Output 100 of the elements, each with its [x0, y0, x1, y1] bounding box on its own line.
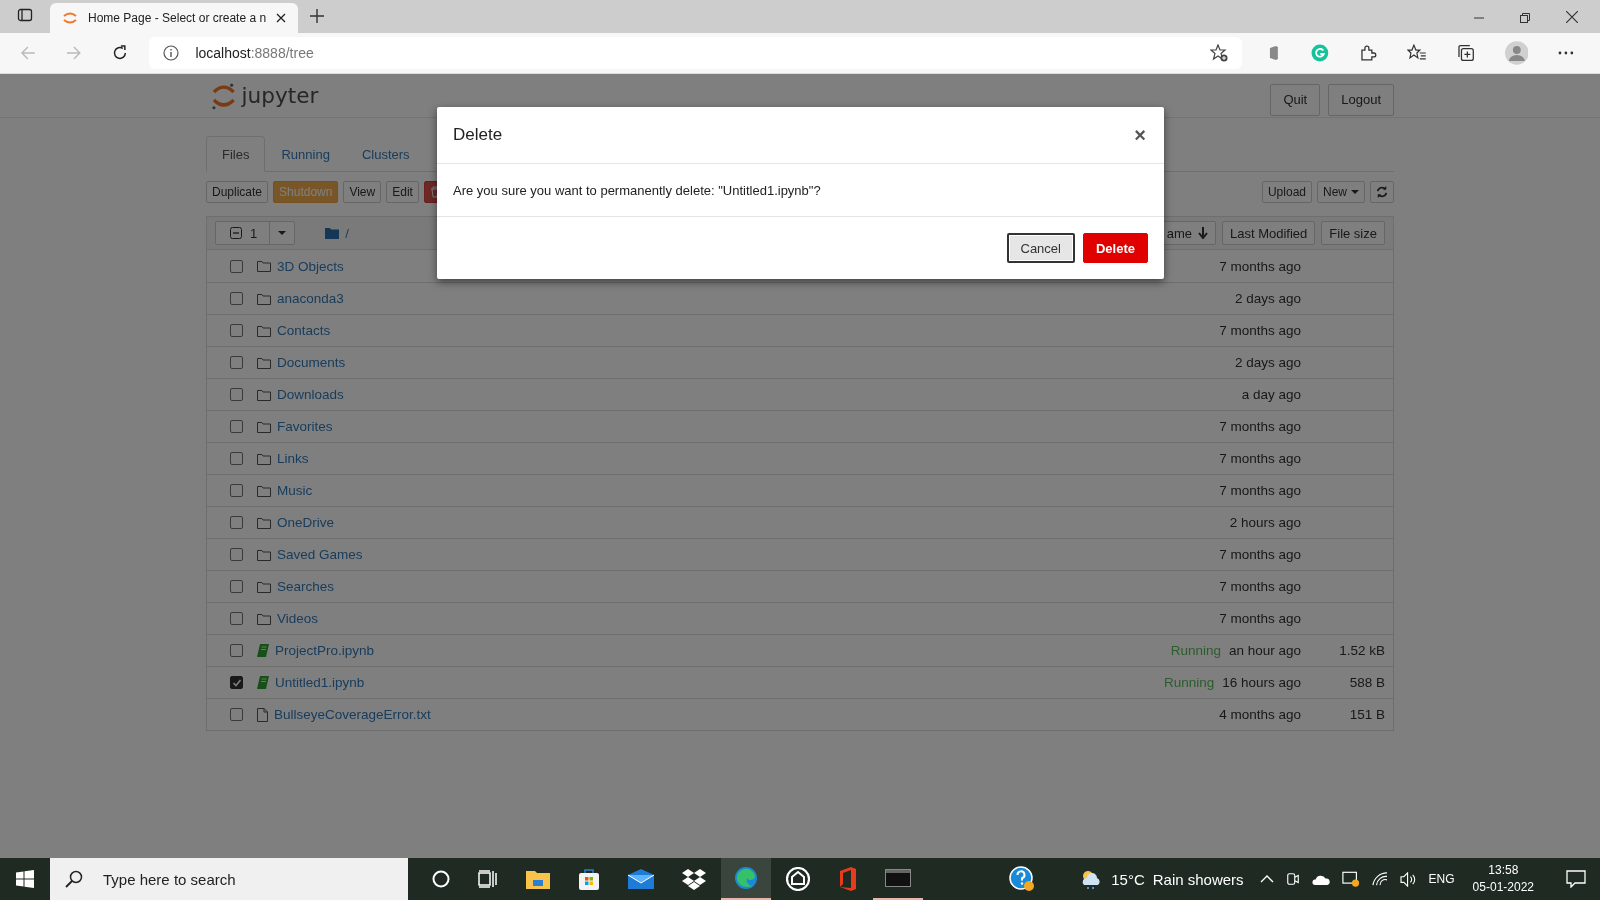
folder-icon[interactable]: [526, 869, 550, 889]
item-link[interactable]: Videos: [277, 611, 319, 626]
store-icon[interactable]: [578, 868, 600, 890]
monitor-alert-icon[interactable]: [1341, 870, 1360, 888]
confirm-delete-button[interactable]: Delete: [1082, 233, 1148, 263]
nav-tab[interactable]: Running: [265, 136, 346, 172]
row-checkbox[interactable]: [230, 516, 243, 529]
item-link[interactable]: Favorites: [277, 419, 333, 434]
office-icon[interactable]: [838, 867, 858, 891]
modified-time: 2 days ago: [1234, 355, 1301, 370]
row-checkbox[interactable]: [230, 388, 243, 401]
notification-icon[interactable]: [1566, 870, 1586, 888]
row-checkbox[interactable]: [230, 324, 243, 337]
item-link[interactable]: Downloads: [277, 387, 344, 402]
file-icon: [257, 707, 268, 722]
task-view-icon[interactable]: [478, 870, 498, 888]
nav-tab[interactable]: Files: [206, 136, 266, 172]
edge-browser-icon[interactable]: [734, 866, 758, 890]
sort-button[interactable]: File size: [1321, 221, 1385, 245]
row-checkbox[interactable]: [230, 548, 243, 561]
item-link[interactable]: BullseyeCoverageError.txt: [274, 707, 431, 722]
row-checkbox[interactable]: [230, 292, 243, 305]
favorites-icon[interactable]: [1407, 44, 1427, 62]
modified-time: 2 hours ago: [1229, 515, 1301, 530]
item-link[interactable]: 3D Objects: [277, 258, 344, 274]
toolbar-button[interactable]: Upload: [1261, 181, 1312, 203]
add-favorite-icon[interactable]: [1209, 44, 1228, 62]
collections-icon[interactable]: [1456, 44, 1475, 62]
row-checkbox[interactable]: [230, 708, 243, 721]
new-tab-icon[interactable]: [310, 9, 325, 23]
row-checkbox[interactable]: [230, 580, 243, 593]
item-link[interactable]: Music: [277, 483, 313, 498]
taskbar-search-field[interactable]: Type here to search: [50, 858, 408, 900]
nav-tab[interactable]: Clusters: [345, 136, 426, 172]
close-icon[interactable]: [276, 13, 287, 23]
dropbox-icon[interactable]: [682, 868, 706, 890]
row-checkbox[interactable]: [230, 644, 243, 657]
cancel-button[interactable]: Cancel: [1006, 233, 1075, 263]
row-checkbox[interactable]: [230, 259, 243, 273]
running-status: Running: [1170, 643, 1221, 658]
info-icon: [163, 45, 180, 61]
row-checkbox[interactable]: [230, 612, 243, 625]
row-checkbox[interactable]: [230, 420, 243, 433]
wifi-icon[interactable]: [1371, 872, 1388, 886]
row-checkbox[interactable]: [230, 356, 243, 369]
sort-button[interactable]: ame: [1161, 221, 1216, 245]
item-link[interactable]: Saved Games: [277, 547, 363, 562]
close-button[interactable]: ×: [1132, 123, 1148, 147]
breadcrumb-path[interactable]: /: [345, 225, 349, 241]
item-link[interactable]: Searches: [277, 579, 335, 594]
item-link[interactable]: Links: [277, 451, 309, 466]
running-status: Running: [1163, 675, 1215, 690]
weather-temperature[interactable]: 15°C: [1111, 870, 1145, 888]
item-link[interactable]: Contacts: [277, 323, 331, 338]
weather-condition[interactable]: Rain showers: [1152, 870, 1244, 888]
item-link[interactable]: Untitled1.ipynb: [275, 675, 365, 690]
clock-time[interactable]: 13:58: [1488, 862, 1519, 879]
header-button[interactable]: Quit: [1270, 83, 1321, 116]
toolbar-button[interactable]: New: [1317, 181, 1365, 203]
toolbar-button[interactable]: View: [343, 181, 382, 203]
volume-icon[interactable]: [1399, 871, 1417, 887]
terminal-icon[interactable]: [885, 869, 911, 887]
folder-icon: [257, 420, 271, 433]
caret-icon: [1351, 190, 1359, 194]
minus-checkbox-icon: [230, 227, 242, 239]
cortana-icon[interactable]: [432, 870, 450, 888]
extensions-icon[interactable]: [1359, 44, 1377, 62]
row-checkbox[interactable]: [230, 452, 243, 465]
header-button[interactable]: Logout: [1328, 83, 1394, 116]
mail-icon[interactable]: [628, 869, 654, 889]
row-checkbox[interactable]: [230, 484, 243, 497]
help-icon[interactable]: [1009, 866, 1036, 892]
windows-start-icon[interactable]: [16, 870, 34, 888]
folder-icon: [257, 548, 271, 561]
close-window-icon[interactable]: [1566, 11, 1578, 23]
restore-icon[interactable]: [1520, 13, 1530, 23]
browser-tab[interactable]: Home Page - Select or create a n: [50, 3, 299, 33]
item-link[interactable]: ProjectPro.ipynb: [275, 643, 375, 658]
clock-date[interactable]: 05-01-2022: [1472, 879, 1534, 896]
item-link[interactable]: OneDrive: [277, 515, 335, 530]
item-link[interactable]: anaconda3: [277, 291, 344, 306]
folder-icon: [257, 612, 271, 625]
sort-button[interactable]: Last Modified: [1222, 221, 1316, 245]
refresh-button[interactable]: [1370, 181, 1394, 203]
cloud-icon[interactable]: [1311, 873, 1330, 885]
address-field[interactable]: localhost:8888/tree: [149, 37, 1242, 69]
toolbar-button[interactable]: Duplicate: [206, 181, 269, 203]
camera-icon[interactable]: [1285, 871, 1300, 887]
more-icon[interactable]: [1558, 51, 1574, 55]
chevron-up-icon[interactable]: [1259, 875, 1274, 883]
reload-icon[interactable]: [111, 45, 128, 61]
item-link[interactable]: Documents: [277, 355, 346, 370]
language-indicator[interactable]: ENG: [1428, 872, 1455, 886]
toolbar-button[interactable]: Edit: [386, 181, 419, 203]
profile-avatar-icon[interactable]: [1504, 41, 1529, 65]
select-all-dropdown[interactable]: 1: [215, 221, 296, 245]
tab-actions-icon[interactable]: [17, 7, 33, 23]
jupyter-logo[interactable]: jupyter: [210, 80, 328, 111]
row-checkbox[interactable]: [230, 676, 243, 689]
modified-time: 7 months ago: [1219, 323, 1301, 338]
